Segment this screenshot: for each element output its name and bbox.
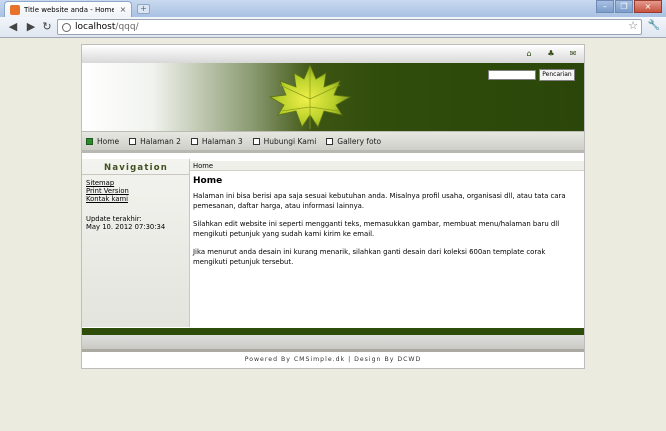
minimize-button[interactable]: – xyxy=(596,0,614,13)
last-updated-value: May 10. 2012 07:30:34 xyxy=(86,223,166,231)
menu-item-label: Hubungi Kami xyxy=(263,136,317,146)
menu-bullet-icon xyxy=(190,137,198,145)
browser-tabbar: Title website anda - Home × + – ❐ × xyxy=(0,0,666,17)
menu-item-label: Halaman 3 xyxy=(201,136,243,146)
page-title: Home xyxy=(193,176,223,186)
browser-tab[interactable]: Title website anda - Home × xyxy=(4,1,132,17)
top-strip: ⌂ ♣ ✉ xyxy=(82,45,584,63)
menu-item-label: Halaman 2 xyxy=(140,136,181,146)
menu-item-home[interactable]: Home xyxy=(86,137,119,146)
favicon-icon xyxy=(10,4,20,15)
menu-item-gallery-foto[interactable]: Gallery foto xyxy=(326,137,381,146)
sidebar-link-sitemap[interactable]: Sitemap xyxy=(86,179,114,187)
search-input[interactable] xyxy=(488,70,536,80)
menu-item-hubungi-kami[interactable]: Hubungi Kami xyxy=(252,136,317,146)
menu-bullet-icon xyxy=(252,137,260,145)
sidebar-title: Navigation xyxy=(104,163,168,173)
sidebar-link-kontak-kami[interactable]: Kontak kami xyxy=(86,195,128,203)
sidebar: Navigation Sitemap Print Version Kontak … xyxy=(82,159,190,327)
back-arrow-icon[interactable]: ◀ xyxy=(6,20,20,33)
content-paragraph: Silahkan edit website ini seperti mengga… xyxy=(193,220,560,238)
menu-divider xyxy=(82,150,584,153)
reload-icon[interactable]: ↻ xyxy=(40,20,54,33)
menu-bullet-icon xyxy=(86,137,93,145)
sidebar-link-print-version[interactable]: Print Version xyxy=(86,187,129,195)
address-bar[interactable]: localhost /qqq/ xyxy=(57,19,642,35)
menu-bullet-icon xyxy=(326,137,334,145)
tab-title: Title website anda - Home xyxy=(24,5,114,14)
menu-item-halaman-3[interactable]: Halaman 3 xyxy=(190,136,243,146)
mail-icon[interactable]: ✉ xyxy=(568,49,578,58)
search-button[interactable]: Pencarian xyxy=(539,69,575,81)
browser-toolbar: ◀ ▶ ↻ localhost /qqq/ ☆ 🔧 xyxy=(0,17,666,38)
content-paragraph: Halaman ini bisa berisi apa saja sesuai … xyxy=(193,192,566,210)
forward-arrow-icon[interactable]: ▶ xyxy=(24,20,38,33)
footer-credits: Powered By CMSimple.dk | Design By DCWD xyxy=(244,356,422,363)
sitemap-icon[interactable]: ♣ xyxy=(546,49,556,58)
header-banner: Pencarian xyxy=(82,63,584,131)
content-paragraph: Jika menurut anda desain ini kurang mena… xyxy=(193,248,546,266)
sidebar-divider xyxy=(82,174,190,175)
last-updated-label: Update terakhir: xyxy=(86,215,142,223)
web-page: ⌂ ♣ ✉ Pencarian Home Halaman 2 Halaman 3… xyxy=(81,44,585,369)
menu-bullet-icon xyxy=(129,137,137,145)
home-icon[interactable]: ⌂ xyxy=(524,49,534,58)
url-path: /qqq/ xyxy=(115,22,139,32)
menu-item-halaman-2[interactable]: Halaman 2 xyxy=(129,137,181,146)
main-content: Home Home Halaman ini bisa berisi apa sa… xyxy=(190,159,584,327)
footer-bar xyxy=(82,328,584,335)
maple-leaf-icon xyxy=(268,63,352,129)
globe-icon xyxy=(62,22,71,32)
menu-item-label: Gallery foto xyxy=(337,136,382,146)
footer-band xyxy=(82,335,584,349)
window-controls: – ❐ × xyxy=(595,0,662,13)
breadcrumb: Home xyxy=(190,161,584,171)
url-host: localhost xyxy=(75,22,116,32)
bookmark-star-icon[interactable]: ☆ xyxy=(628,19,638,32)
new-tab-button[interactable]: + xyxy=(137,4,150,14)
wrench-icon[interactable]: 🔧 xyxy=(648,20,660,31)
menu-item-label: Home xyxy=(97,136,120,146)
tab-close-icon[interactable]: × xyxy=(118,5,128,14)
maximize-button[interactable]: ❐ xyxy=(615,0,633,13)
close-window-button[interactable]: × xyxy=(634,0,662,13)
footer-shadow xyxy=(82,349,584,352)
main-menu: Home Halaman 2 Halaman 3 Hubungi Kami Ga… xyxy=(82,131,584,150)
